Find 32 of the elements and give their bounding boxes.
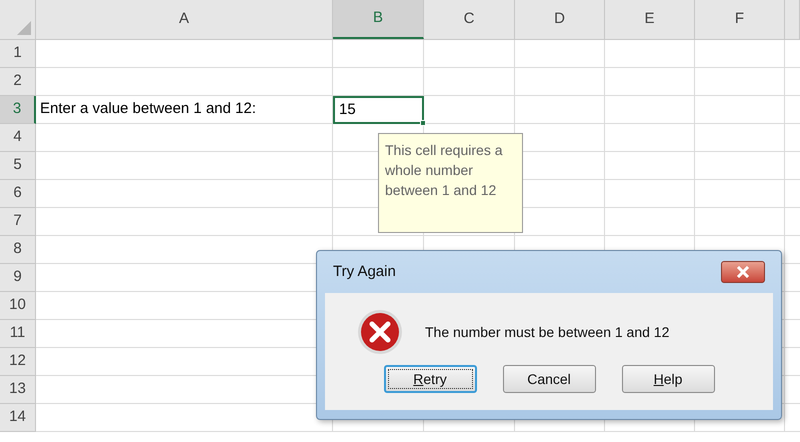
table-cell[interactable]: Enter a value between 1 and 12: xyxy=(36,96,333,124)
row-header[interactable]: 11 xyxy=(0,320,36,348)
column-header[interactable]: C xyxy=(424,0,515,39)
row-header[interactable]: 10 xyxy=(0,292,36,320)
close-button[interactable] xyxy=(721,261,765,283)
row-header[interactable]: 4 xyxy=(0,124,36,152)
row-header[interactable]: 5 xyxy=(0,152,36,180)
row-header[interactable]: 2 xyxy=(0,68,36,96)
column-header[interactable]: D xyxy=(515,0,605,39)
row-header[interactable]: 8 xyxy=(0,236,36,264)
dialog-button[interactable]: Help xyxy=(622,365,714,393)
dialog-button[interactable]: Cancel xyxy=(502,365,596,393)
row-header[interactable]: 7 xyxy=(0,208,36,236)
dialog-button[interactable]: Retry xyxy=(384,365,476,393)
row-header[interactable]: 3 xyxy=(0,96,36,124)
close-icon xyxy=(736,266,750,278)
column-header[interactable]: B xyxy=(333,0,424,39)
input-tooltip: This cell requires a whole number between 1 and 12 xyxy=(378,133,523,233)
fill-handle[interactable] xyxy=(420,120,426,126)
row-header[interactable]: 6 xyxy=(0,180,36,208)
dialog-title: Try Again xyxy=(333,262,396,282)
error-icon xyxy=(357,309,403,355)
row-header[interactable]: 1 xyxy=(0,40,36,68)
error-message: The number must be between 1 and 12 xyxy=(425,322,670,342)
select-all-icon[interactable] xyxy=(17,21,31,35)
row-header[interactable]: 13 xyxy=(0,376,36,404)
row-header[interactable]: 9 xyxy=(0,264,36,292)
column-header[interactable]: E xyxy=(605,0,695,39)
row-header[interactable]: 12 xyxy=(0,348,36,376)
active-cell[interactable]: 15 xyxy=(333,96,424,124)
column-header[interactable]: F xyxy=(695,0,785,39)
row-header[interactable]: 14 xyxy=(0,404,36,432)
